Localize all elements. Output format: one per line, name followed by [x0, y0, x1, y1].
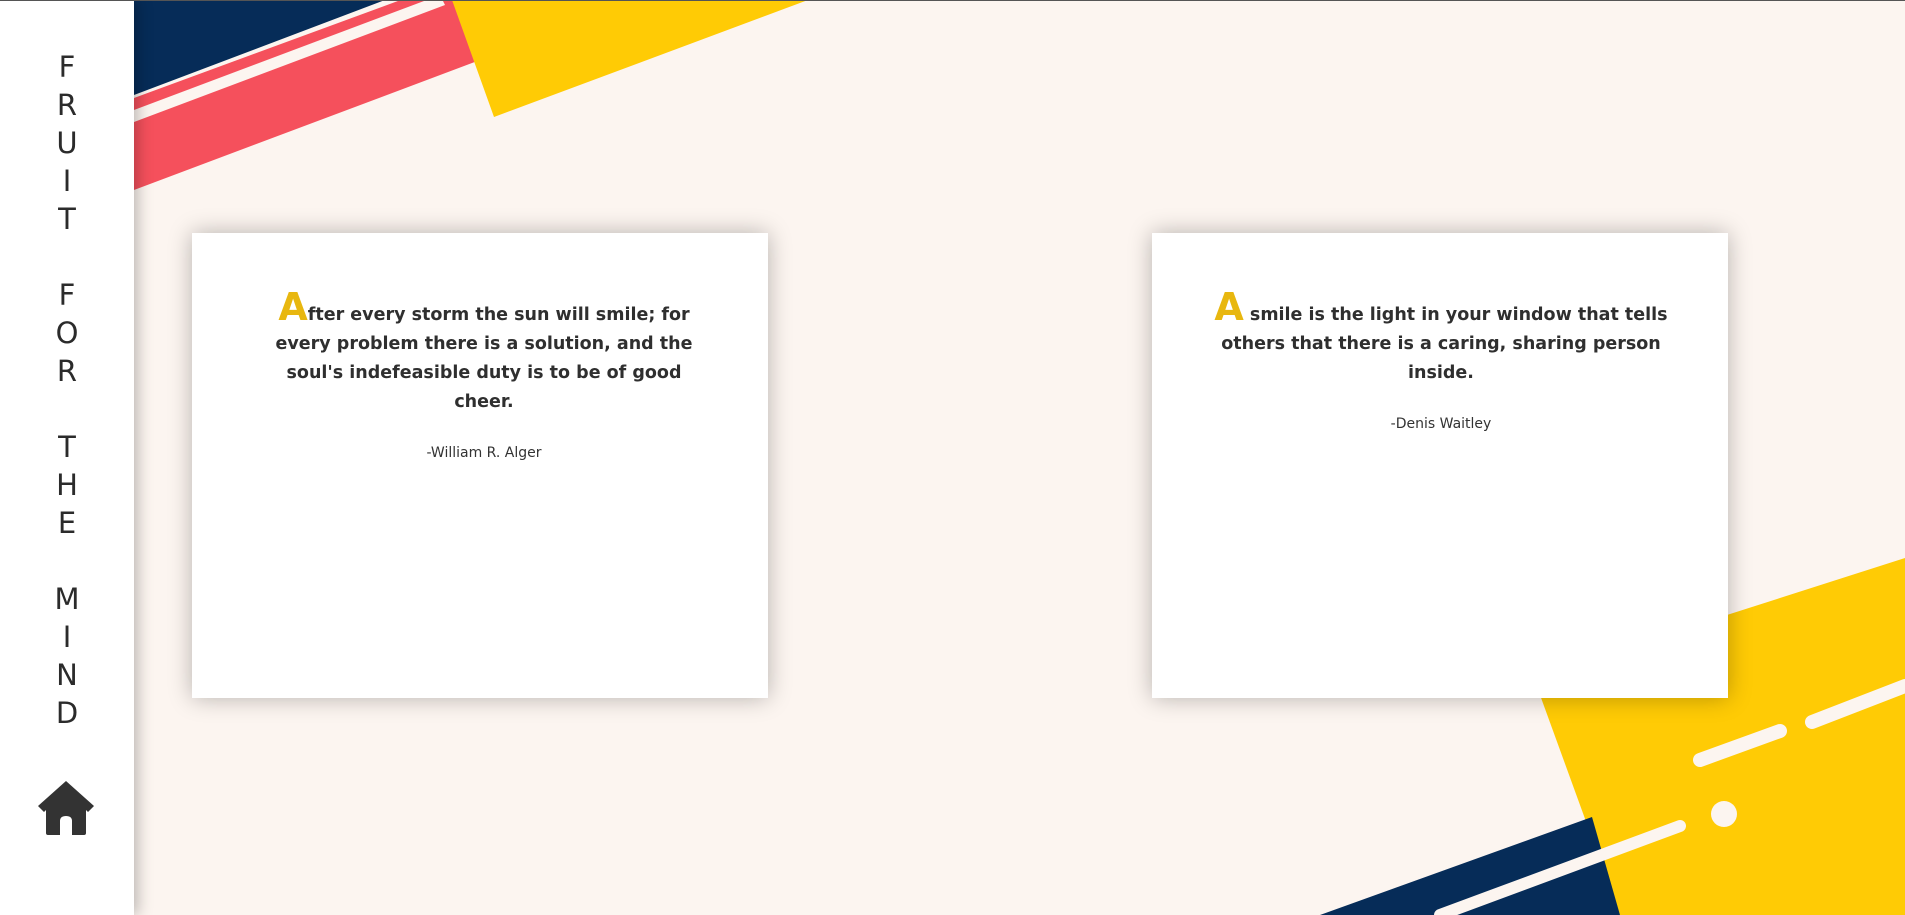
title-letter: T [58, 202, 76, 236]
quote-card: A smile is the light in your window that… [1152, 233, 1728, 698]
site-title: FRUIT FOR THE MIND [0, 48, 134, 732]
home-button[interactable] [37, 778, 95, 836]
title-letter [0, 238, 134, 276]
title-letter: I [62, 620, 72, 654]
title-letter [0, 390, 134, 428]
quote-dropcap: A [278, 285, 308, 329]
title-letter [0, 542, 134, 580]
yellow-stripe-top [452, 0, 808, 117]
quote-text: After every storm the sun will smile; fo… [272, 288, 696, 417]
title-letter: E [57, 506, 77, 540]
quote-author: -Denis Waitley [1390, 416, 1492, 432]
title-letter: F [58, 278, 76, 312]
quote-author: -William R. Alger [426, 445, 542, 461]
title-letter: M [54, 582, 80, 616]
home-icon [38, 781, 94, 835]
title-letter: R [56, 88, 78, 122]
title-letter: I [62, 164, 72, 198]
title-letter: O [55, 316, 79, 350]
title-letter: D [55, 696, 79, 730]
title-letter: U [56, 126, 78, 160]
quote-card: After every storm the sun will smile; fo… [192, 233, 768, 698]
quote-text: A smile is the light in your window that… [1214, 288, 1668, 388]
quote-dropcap: A [1214, 285, 1244, 329]
title-letter: R [56, 354, 78, 388]
quote-body: smile is the light in your window that t… [1221, 305, 1668, 383]
title-letter: F [58, 50, 76, 84]
sidebar: FRUIT FOR THE MIND [0, 0, 134, 915]
top-border [0, 0, 1905, 1]
cream-dot [1711, 801, 1737, 827]
quote-body: fter every storm the sun will smile; for… [275, 305, 693, 412]
title-letter: N [56, 658, 78, 692]
title-letter: H [56, 468, 78, 502]
title-letter: T [58, 430, 76, 464]
